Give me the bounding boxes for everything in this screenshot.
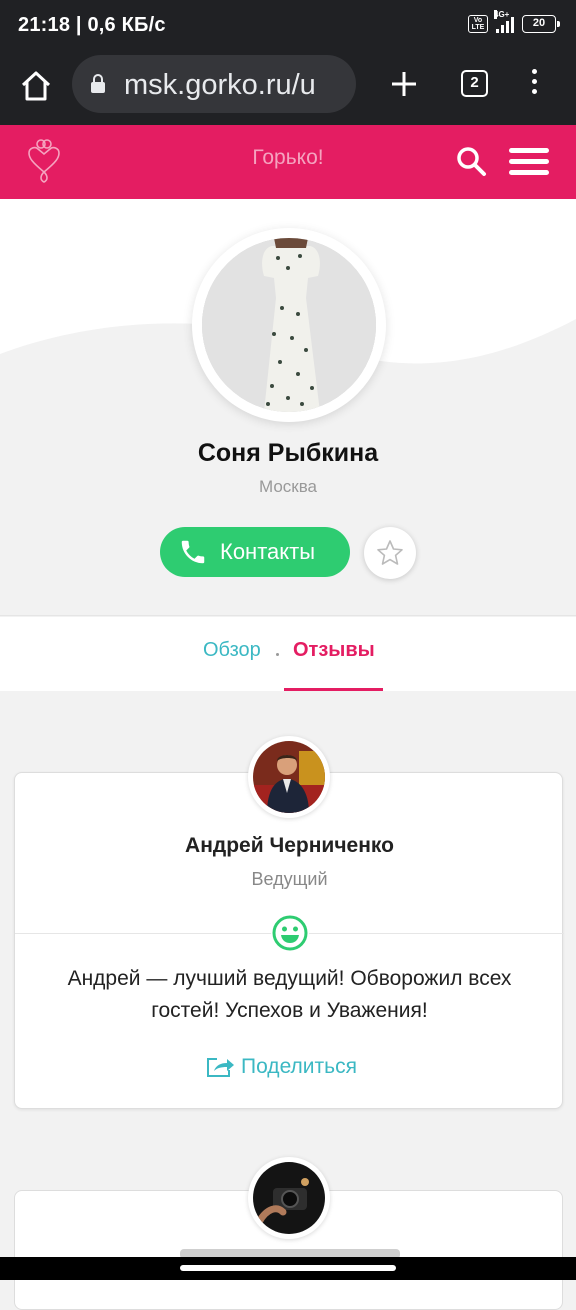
system-nav-bar: [0, 1257, 576, 1280]
battery-icon: 20: [522, 15, 560, 33]
star-icon: [377, 540, 403, 565]
phone-icon: [181, 540, 205, 564]
site-title[interactable]: Горько!: [0, 146, 576, 170]
search-icon[interactable]: [455, 145, 487, 177]
contacts-button[interactable]: Контакты: [160, 527, 350, 577]
profile-tabs: Обзор Отзывы: [0, 617, 576, 691]
new-tab-icon[interactable]: [386, 66, 422, 102]
tab-separator: [276, 653, 279, 656]
lock-icon: [91, 74, 105, 93]
reviewer-role: Ведущий: [251, 869, 328, 889]
site-header: Горько!: [0, 125, 576, 199]
smiley-icon: [271, 914, 309, 952]
reviewer-avatar[interactable]: [248, 736, 330, 818]
more-options-icon[interactable]: [526, 69, 542, 99]
contacts-label: Контакты: [220, 539, 316, 564]
reviewer-name[interactable]: Андрей Черниченко: [15, 834, 564, 858]
profile-avatar[interactable]: [192, 228, 386, 422]
status-bar: 21:18 | 0,6 КБ/с Vo LTE 4G+ 20: [0, 0, 576, 52]
reviewer-avatar[interactable]: [248, 1157, 330, 1239]
url-text: msk.gorko.ru/u: [124, 69, 316, 101]
favorite-button[interactable]: [364, 527, 416, 579]
profile-photo: [202, 238, 376, 412]
share-label: Поделиться: [241, 1055, 357, 1078]
reviewer-photo: [253, 741, 325, 813]
network-type: 4G+: [494, 10, 510, 19]
browser-toolbar: msk.gorko.ru/u 2: [0, 52, 576, 125]
reviewer-photo: [253, 1162, 325, 1234]
signal-icon: 4G+: [494, 10, 514, 33]
home-icon[interactable]: [18, 68, 54, 104]
tab-reviews[interactable]: Отзывы: [293, 639, 375, 662]
active-tab-indicator: [284, 688, 383, 691]
status-icons: Vo LTE 4G+ 20: [468, 10, 560, 33]
review-card: Андрей Черниченко Ведущий Андрей — лучши…: [14, 772, 564, 1109]
status-time-speed: 21:18 | 0,6 КБ/с: [18, 14, 166, 36]
profile-section: Соня Рыбкина Москва Контакты: [0, 199, 576, 616]
hamburger-menu-icon[interactable]: [509, 148, 549, 176]
review-text: Андрей — лучший ведущий! Обворожил всех …: [67, 967, 512, 1022]
address-bar[interactable]: msk.gorko.ru/u: [72, 55, 356, 113]
profile-city: Москва: [258, 477, 318, 496]
tab-switcher-button[interactable]: 2: [461, 70, 488, 97]
share-icon: [207, 1058, 234, 1077]
share-link[interactable]: Поделиться: [205, 1055, 357, 1079]
profile-name: Соня Рыбкина: [197, 439, 379, 467]
volte-icon: Vo LTE: [468, 15, 488, 33]
gesture-handle[interactable]: [180, 1265, 396, 1271]
tab-overview[interactable]: Обзор: [203, 639, 261, 662]
